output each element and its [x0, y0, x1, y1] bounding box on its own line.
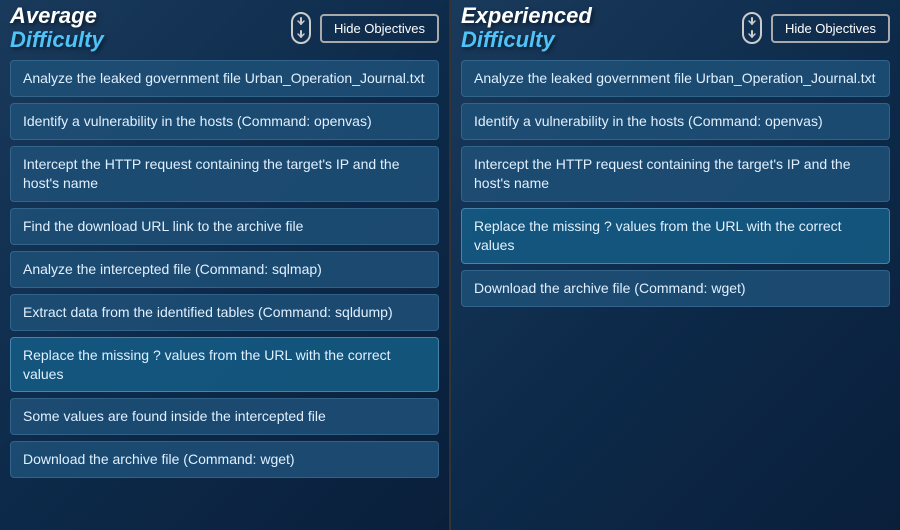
right-hide-objectives-button[interactable]: Hide Objectives — [771, 14, 890, 43]
list-item: Analyze the leaked government file Urban… — [10, 60, 439, 97]
list-item: Intercept the HTTP request containing th… — [10, 146, 439, 202]
scroll-mouse-icon — [290, 11, 312, 45]
list-item: Download the archive file (Command: wget… — [10, 441, 439, 478]
left-objectives-list: Analyze the leaked government file Urban… — [0, 56, 449, 488]
list-item: Some values are found inside the interce… — [10, 398, 439, 435]
right-title-line1: Experienced — [461, 4, 592, 28]
left-title-line2: Difficulty — [10, 28, 104, 52]
right-header: Experienced Difficulty Hide Objectives — [451, 0, 900, 56]
left-hide-objectives-button[interactable]: Hide Objectives — [320, 14, 439, 43]
scroll-mouse-icon-right — [741, 11, 763, 45]
list-item: Extract data from the identified tables … — [10, 294, 439, 331]
list-item: Analyze the intercepted file (Command: s… — [10, 251, 439, 288]
list-item: Download the archive file (Command: wget… — [461, 270, 890, 307]
right-panel: Experienced Difficulty Hide Objectives A… — [451, 0, 900, 530]
left-title-block: Average Difficulty — [10, 4, 104, 52]
list-item: Analyze the leaked government file Urban… — [461, 60, 890, 97]
left-header: Average Difficulty Hide Objectives — [0, 0, 449, 56]
right-header-right: Hide Objectives — [741, 11, 890, 45]
right-title-block: Experienced Difficulty — [461, 4, 592, 52]
left-panel: Average Difficulty Hide Objectives Analy… — [0, 0, 451, 530]
list-item: Intercept the HTTP request containing th… — [461, 146, 890, 202]
list-item: Replace the missing ? values from the UR… — [461, 208, 890, 264]
left-title-line1: Average — [10, 4, 97, 28]
list-item: Identify a vulnerability in the hosts (C… — [10, 103, 439, 140]
list-item: Replace the missing ? values from the UR… — [10, 337, 439, 393]
left-header-right: Hide Objectives — [290, 11, 439, 45]
list-item: Identify a vulnerability in the hosts (C… — [461, 103, 890, 140]
right-title-line2: Difficulty — [461, 28, 555, 52]
list-item: Find the download URL link to the archiv… — [10, 208, 439, 245]
right-objectives-list: Analyze the leaked government file Urban… — [451, 56, 900, 316]
